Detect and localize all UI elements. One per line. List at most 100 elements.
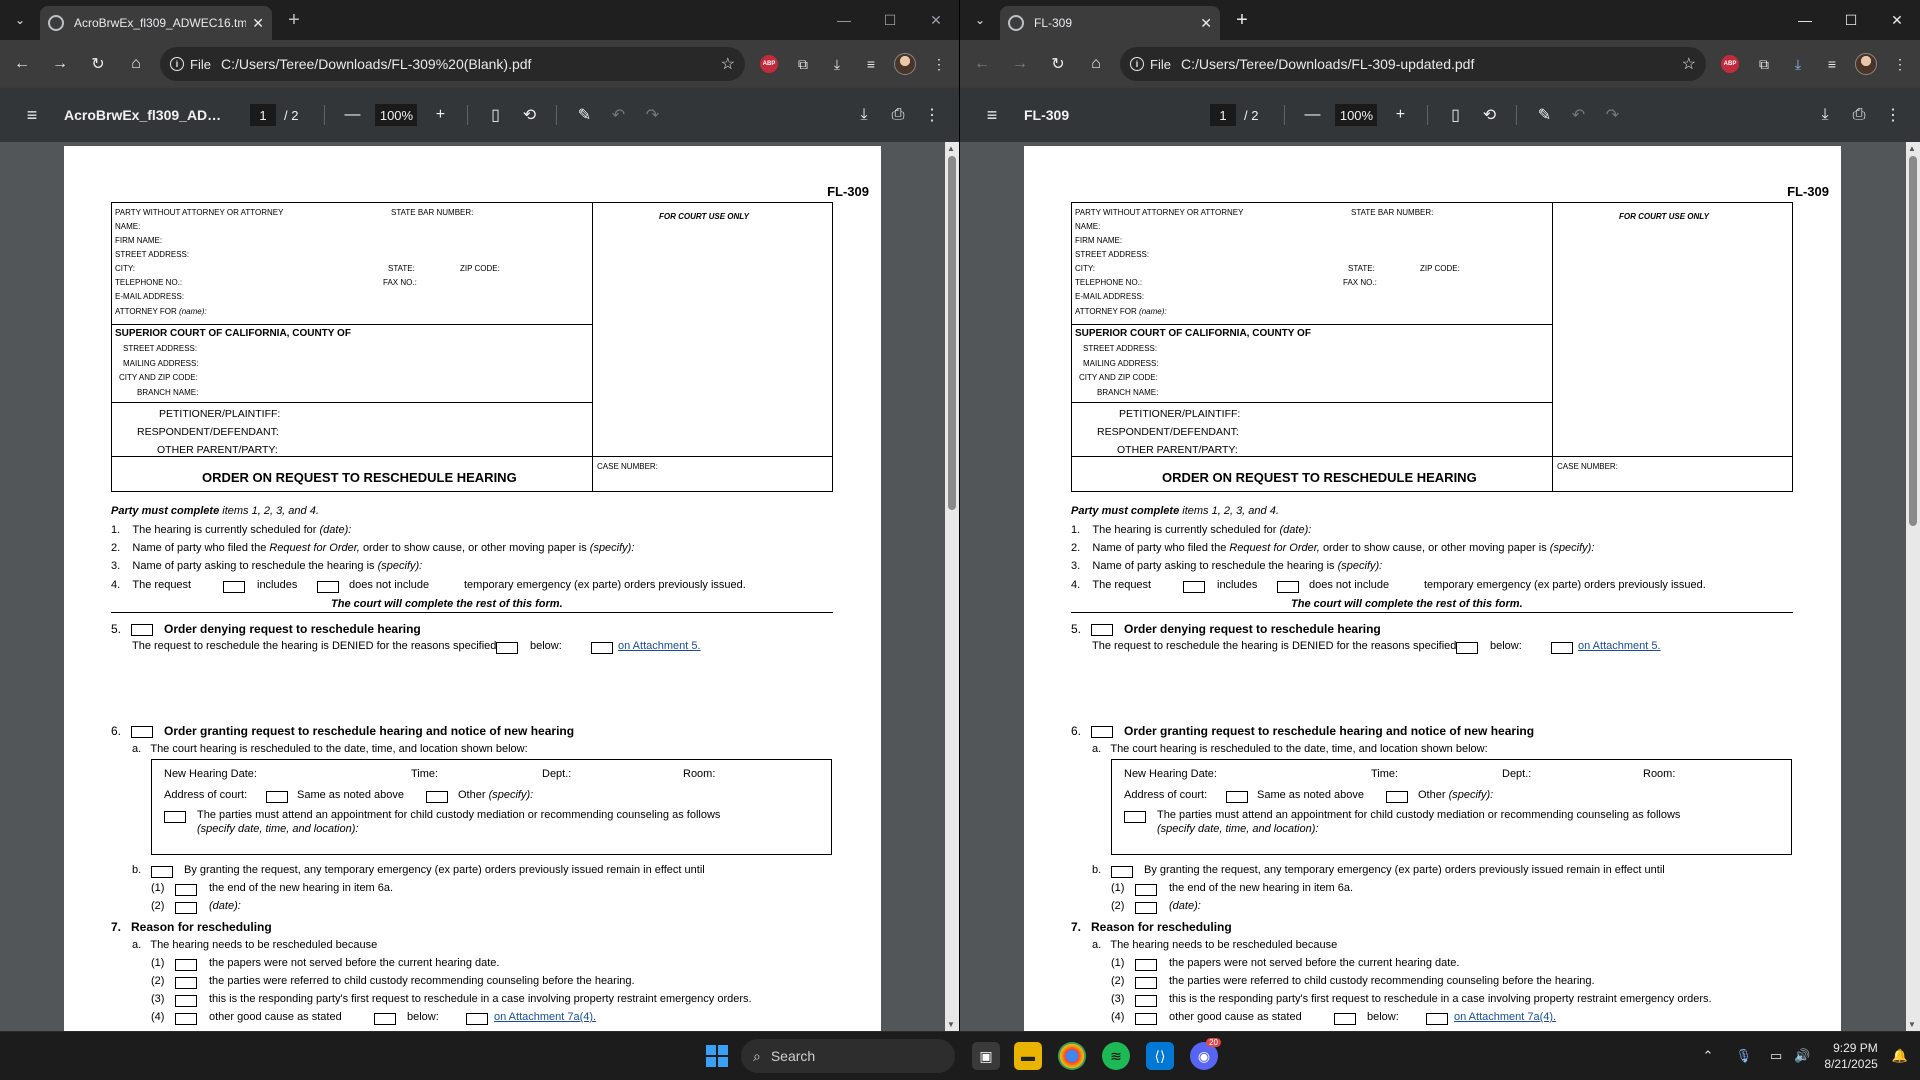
profile-button[interactable]	[1852, 50, 1880, 78]
url-text[interactable]: C:/Users/Teree/Downloads/FL-309%20(Blank…	[221, 56, 721, 72]
checkbox-does-not-include[interactable]	[1277, 581, 1299, 593]
checkbox-item-5[interactable]	[131, 624, 153, 636]
scroll-up-arrow[interactable]: ▲	[947, 144, 955, 153]
redo-icon[interactable]: ↷	[1597, 105, 1627, 125]
reload-button[interactable]: ↻	[1042, 48, 1074, 80]
reading-list-button[interactable]: ≡	[1818, 50, 1846, 78]
annotate-icon[interactable]: ✎	[569, 105, 599, 125]
profile-button[interactable]	[891, 50, 919, 78]
vscode-icon[interactable]: ⟨⟩	[1146, 1042, 1174, 1070]
minimize-button[interactable]: —	[1782, 0, 1828, 40]
more-actions-icon[interactable]: ⋮	[1878, 105, 1908, 125]
scrollbar[interactable]: ▲ ▼	[1906, 142, 1920, 1031]
taskbar-search[interactable]: ⌕ Search	[741, 1039, 955, 1073]
forward-button[interactable]: →	[44, 48, 76, 80]
zoom-out-button[interactable]: —	[337, 106, 367, 124]
home-button[interactable]: ⌂	[1080, 48, 1112, 80]
scroll-down-arrow[interactable]: ▼	[947, 1020, 955, 1029]
file-explorer-icon[interactable]: ▬	[1014, 1042, 1042, 1070]
print-icon[interactable]: ⎙	[883, 106, 913, 124]
checkbox-attachment-5[interactable]	[1551, 642, 1573, 654]
bookmark-star-icon[interactable]: ☆	[721, 54, 735, 74]
downloads-button[interactable]: ⤓	[1784, 50, 1812, 78]
scrollbar[interactable]: ▲ ▼	[945, 142, 959, 1031]
tab-active[interactable]: AcroBrwEx_fl309_ADWEC16.tmp ✕	[40, 6, 272, 40]
rotate-icon[interactable]: ⟲	[1474, 105, 1504, 125]
hamburger-menu-icon[interactable]: ≡	[12, 105, 52, 126]
checkbox-below[interactable]	[496, 642, 518, 654]
close-tab-icon[interactable]: ✕	[1200, 15, 1212, 32]
chrome-menu-button[interactable]: ⋮	[925, 50, 953, 78]
checkbox-below[interactable]	[1456, 642, 1478, 654]
forward-button[interactable]: →	[1004, 48, 1036, 80]
checkbox-7a4-below[interactable]	[374, 1013, 396, 1025]
pdf-viewer[interactable]: FL-309 PARTY WITHOUT ATTORNEY OR ATTORNE…	[960, 142, 1920, 1031]
checkbox-7a4-attach[interactable]	[466, 1013, 488, 1025]
checkbox-item-6b[interactable]	[1111, 866, 1133, 878]
minimize-button[interactable]: —	[821, 0, 867, 40]
clock[interactable]: 9:29 PM 8/21/2025	[1824, 1040, 1877, 1072]
checkbox-item-7a4[interactable]	[1135, 1013, 1157, 1025]
zoom-in-button[interactable]: +	[425, 106, 455, 124]
scrollbar-thumb[interactable]	[1909, 156, 1917, 526]
fit-page-icon[interactable]: ▯	[480, 105, 510, 125]
notifications-icon[interactable]: 🔔	[1892, 1048, 1908, 1064]
checkbox-mediation[interactable]	[1124, 811, 1146, 823]
checkbox-item-7a1[interactable]	[1135, 959, 1157, 971]
checkbox-7a4-below[interactable]	[1334, 1013, 1356, 1025]
show-hidden-icons[interactable]: ⌃	[1703, 1048, 1714, 1064]
attachment-5-link[interactable]: on Attachment 5.	[618, 640, 701, 652]
scroll-down-arrow[interactable]: ▼	[1908, 1020, 1916, 1029]
checkbox-item-6b2[interactable]	[1135, 902, 1157, 914]
checkbox-item-7a3[interactable]	[175, 995, 197, 1007]
close-window-button[interactable]: ✕	[1874, 0, 1920, 40]
checkbox-item-6[interactable]	[131, 726, 153, 738]
checkbox-item-6b[interactable]	[151, 866, 173, 878]
checkbox-item-6[interactable]	[1091, 726, 1113, 738]
checkbox-item-7a3[interactable]	[1135, 995, 1157, 1007]
downloads-button[interactable]: ⤓	[823, 50, 851, 78]
adblock-extension[interactable]: ABP	[755, 50, 783, 78]
spotify-icon[interactable]: ≋	[1102, 1042, 1130, 1070]
checkbox-attachment-5[interactable]	[591, 642, 613, 654]
checkbox-includes[interactable]	[223, 581, 245, 593]
fit-page-icon[interactable]: ▯	[1440, 105, 1470, 125]
site-info-chip[interactable]: i File	[170, 57, 211, 72]
checkbox-other[interactable]	[426, 791, 448, 803]
zoom-out-button[interactable]: —	[1297, 106, 1327, 124]
annotate-icon[interactable]: ✎	[1529, 105, 1559, 125]
zoom-input[interactable]: 100%	[375, 104, 418, 126]
scroll-up-arrow[interactable]: ▲	[1908, 144, 1916, 153]
site-info-chip[interactable]: i File	[1130, 57, 1171, 72]
pdf-viewer[interactable]: FL-309 PARTY WITHOUT ATTORNEY OR ATTORNE…	[0, 142, 959, 1031]
rotate-icon[interactable]: ⟲	[514, 105, 544, 125]
close-window-button[interactable]: ✕	[913, 0, 959, 40]
checkbox-item-6b2[interactable]	[175, 902, 197, 914]
maximize-button[interactable]: ☐	[1828, 0, 1874, 40]
more-actions-icon[interactable]: ⋮	[917, 105, 947, 125]
attachment-7a4-link[interactable]: on Attachment 7a(4).	[494, 1011, 596, 1023]
chrome-icon[interactable]	[1058, 1042, 1086, 1070]
tab-active[interactable]: FL-309 ✕	[1000, 6, 1220, 40]
zoom-input[interactable]: 100%	[1335, 104, 1378, 126]
checkbox-other[interactable]	[1386, 791, 1408, 803]
hamburger-menu-icon[interactable]: ≡	[972, 105, 1012, 126]
tab-search-button[interactable]: ⌄	[8, 8, 32, 32]
page-number-input[interactable]: 1	[1210, 104, 1236, 126]
attachment-7a4-link[interactable]: on Attachment 7a(4).	[1454, 1011, 1556, 1023]
download-icon[interactable]: ⤓	[849, 106, 879, 124]
extensions-button[interactable]: ⧉	[1750, 50, 1778, 78]
checkbox-item-5[interactable]	[1091, 624, 1113, 636]
checkbox-does-not-include[interactable]	[317, 581, 339, 593]
checkbox-item-6b1[interactable]	[175, 884, 197, 896]
back-button[interactable]: ←	[6, 48, 38, 80]
home-button[interactable]: ⌂	[120, 48, 152, 80]
close-tab-icon[interactable]: ✕	[252, 15, 264, 32]
chrome-menu-button[interactable]: ⋮	[1886, 50, 1914, 78]
print-icon[interactable]: ⎙	[1844, 106, 1874, 124]
microphone-icon[interactable]: 🎙	[1735, 1048, 1752, 1064]
checkbox-item-7a2[interactable]	[175, 977, 197, 989]
bookmark-star-icon[interactable]: ☆	[1682, 54, 1696, 74]
page-number-input[interactable]: 1	[250, 104, 276, 126]
checkbox-item-7a2[interactable]	[1135, 977, 1157, 989]
